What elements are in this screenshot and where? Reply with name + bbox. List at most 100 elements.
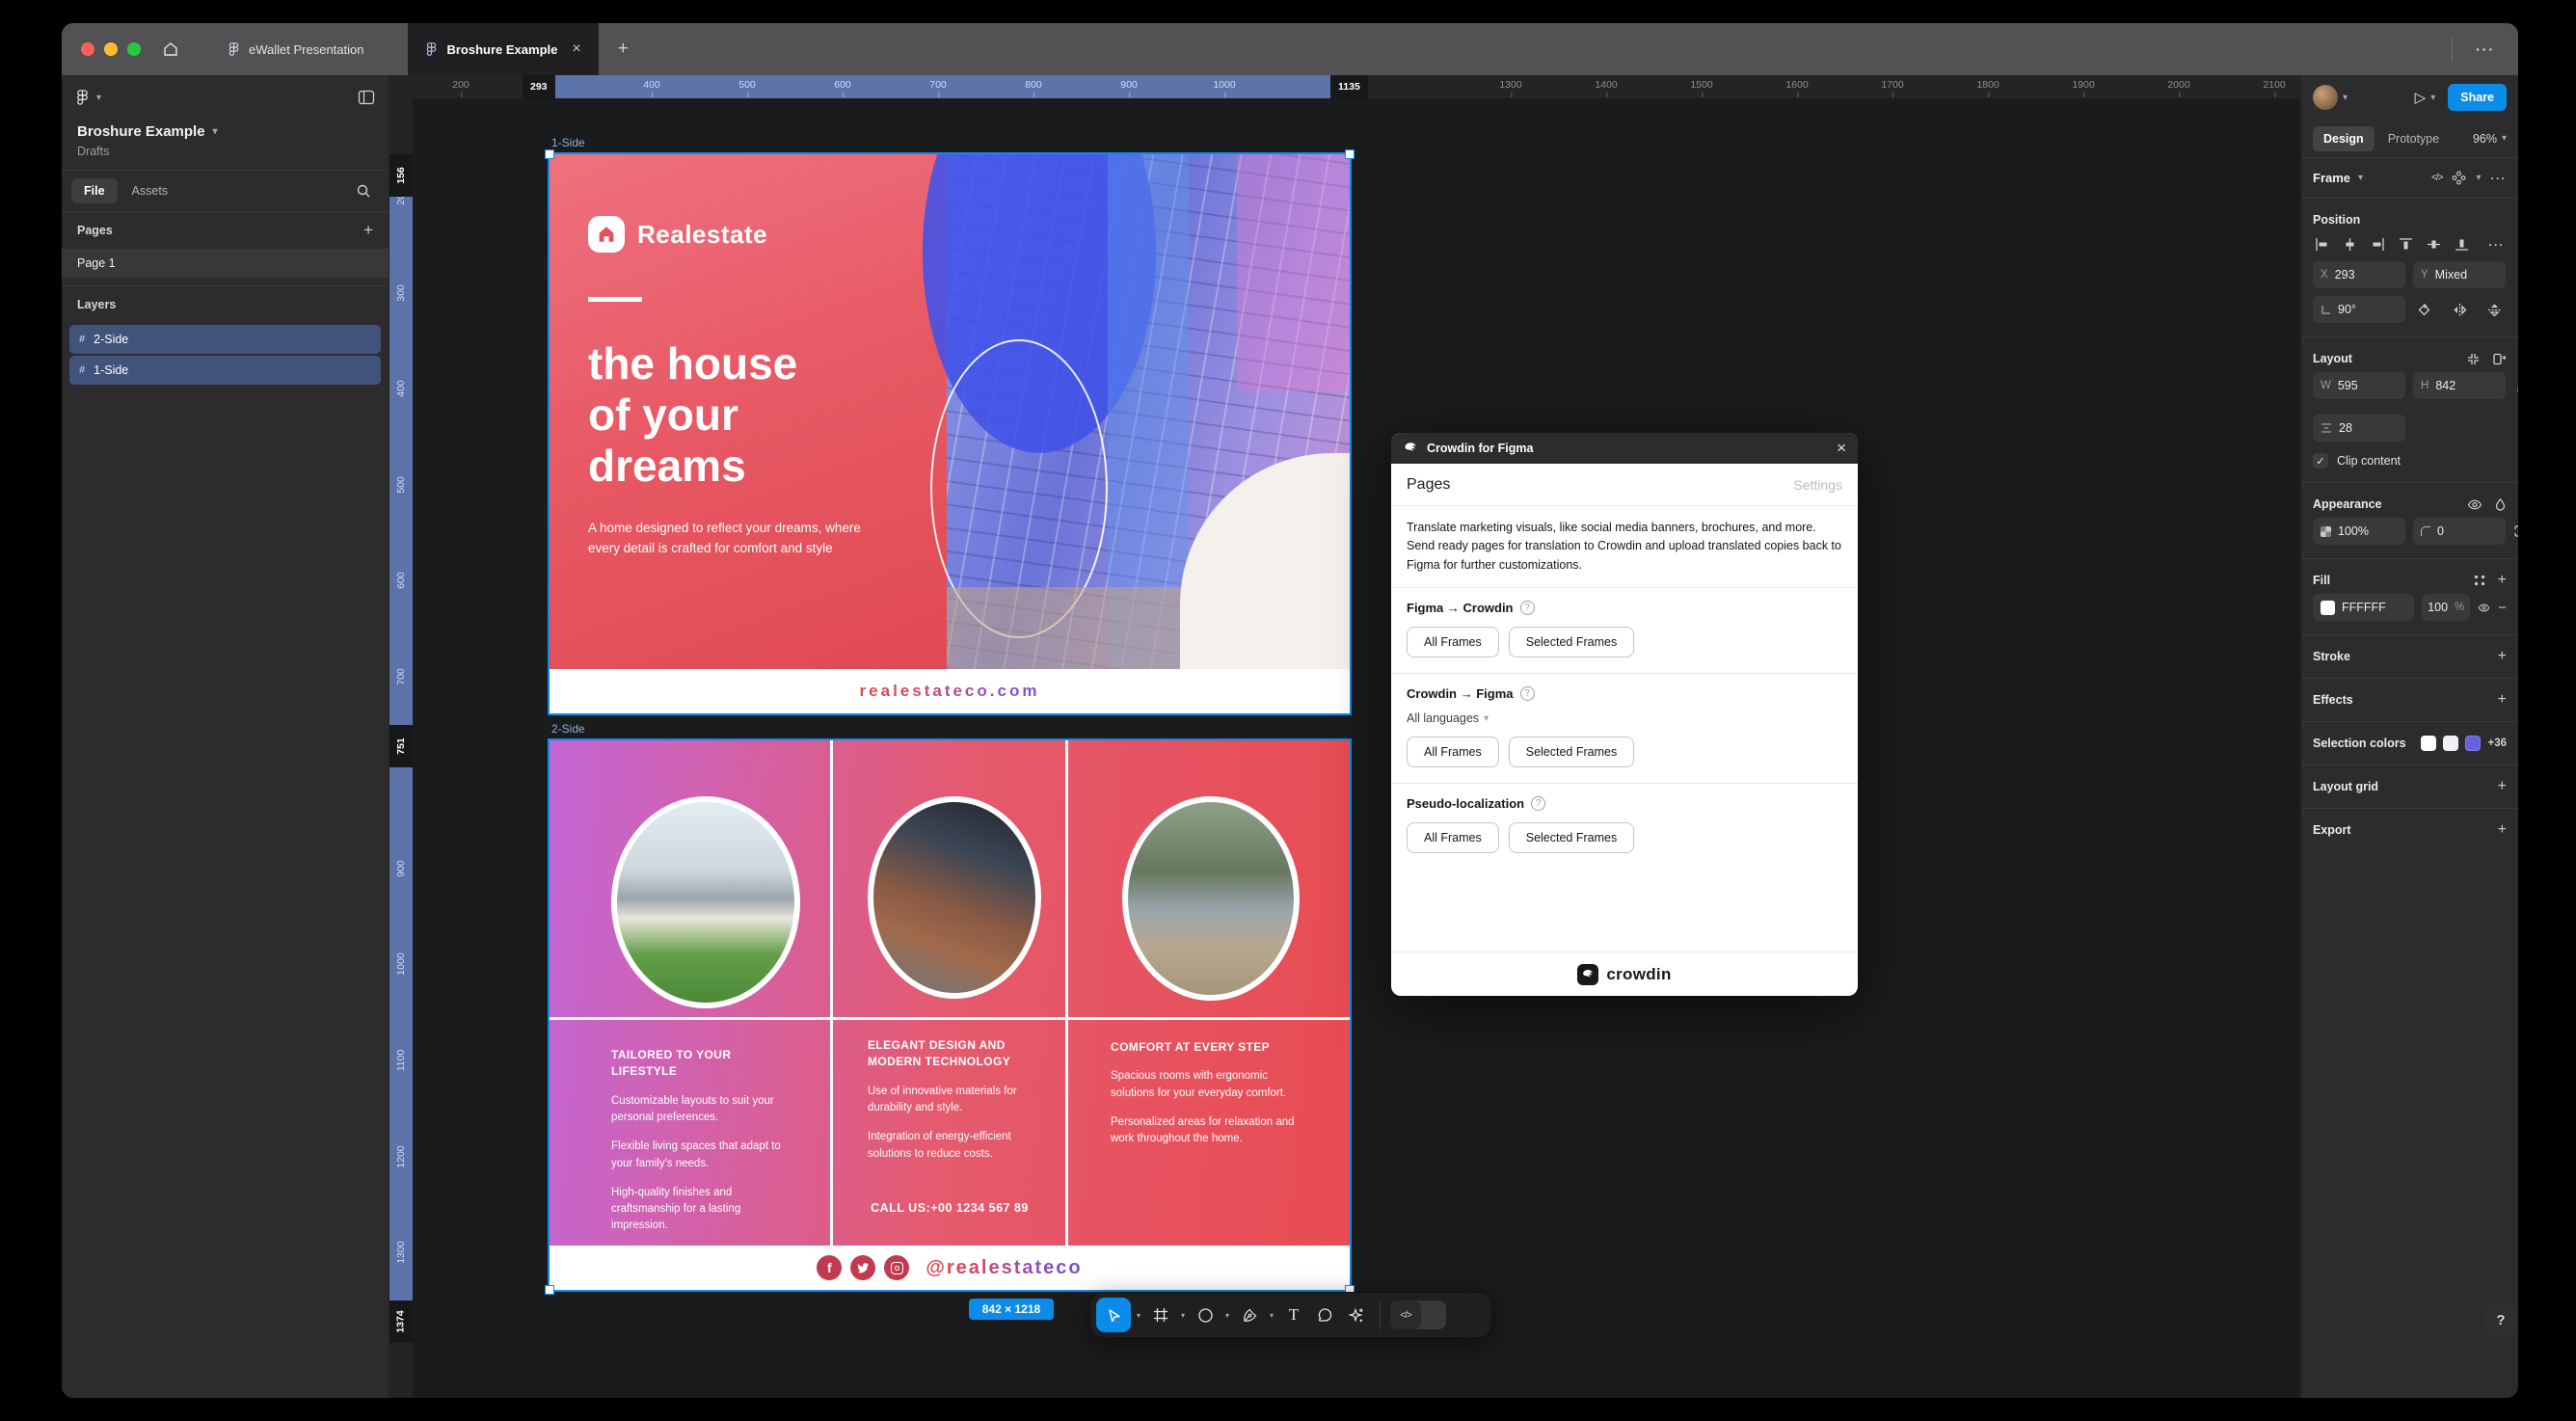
selection-handle[interactable]: [545, 1285, 554, 1295]
align-right-icon[interactable]: [2371, 237, 2385, 252]
styles-icon[interactable]: [2473, 574, 2486, 587]
selected-frames-button[interactable]: Selected Frames: [1508, 737, 1635, 768]
x-position-field[interactable]: X 293: [2313, 261, 2405, 288]
page-item-page-1[interactable]: Page 1: [62, 249, 389, 278]
opacity-field[interactable]: 100%: [2313, 518, 2405, 545]
frame-label-1-side[interactable]: 1-Side: [551, 136, 585, 149]
flip-vertical-icon[interactable]: [2487, 303, 2502, 317]
toggle-sidebar-icon[interactable]: [358, 90, 375, 105]
remove-fill-icon[interactable]: −: [2498, 600, 2507, 616]
close-tab-icon[interactable]: ×: [572, 40, 580, 58]
search-icon[interactable]: [356, 183, 371, 199]
zoom-window-button[interactable]: [127, 42, 141, 56]
selected-frames-button[interactable]: Selected Frames: [1508, 822, 1635, 854]
dialog-header[interactable]: Crowdin for Figma ×: [1391, 433, 1858, 464]
share-button[interactable]: Share: [2448, 84, 2507, 111]
pen-tool-button[interactable]: [1235, 1298, 1264, 1332]
chevron-down-icon[interactable]: ▾: [1177, 1311, 1189, 1320]
sidebar-tab-assets[interactable]: Assets: [120, 178, 181, 203]
fill-color-swatch[interactable]: [2321, 600, 2335, 615]
dialog-tab-pages[interactable]: Pages: [1407, 476, 1450, 494]
dialog-tab-settings[interactable]: Settings: [1793, 477, 1842, 493]
chevron-down-icon[interactable]: ▾: [1133, 1311, 1144, 1320]
rotate-icon[interactable]: [2417, 303, 2431, 317]
minimize-window-button[interactable]: [104, 42, 118, 56]
all-frames-button[interactable]: All Frames: [1407, 737, 1499, 768]
add-fill-icon[interactable]: +: [2498, 572, 2507, 589]
help-icon[interactable]: ?: [1519, 686, 1535, 702]
new-tab-button[interactable]: +: [618, 39, 629, 60]
comment-tool-button[interactable]: [1310, 1298, 1339, 1332]
chevron-down-icon[interactable]: ▾: [2430, 93, 2435, 103]
add-export-icon[interactable]: +: [2498, 821, 2507, 839]
fill-opacity-field[interactable]: 100 %: [2422, 594, 2471, 621]
shape-tool-button[interactable]: [1191, 1298, 1220, 1332]
add-layout-grid-icon[interactable]: +: [2498, 778, 2507, 795]
tab-broshure-example[interactable]: Broshure Example ×: [408, 23, 599, 75]
actions-tool-button[interactable]: [1341, 1298, 1370, 1332]
align-horizontal-center-icon[interactable]: [2343, 237, 2357, 252]
height-field[interactable]: H 842: [2413, 372, 2506, 399]
tab-ewallet-presentation[interactable]: eWallet Presentation: [210, 23, 381, 75]
add-stroke-icon[interactable]: +: [2498, 648, 2507, 665]
more-options-icon[interactable]: ···: [2491, 172, 2508, 185]
dev-mode-toggle[interactable]: </>: [1390, 1300, 1446, 1329]
more-align-options-icon[interactable]: ···: [2489, 238, 2506, 252]
independent-corners-icon[interactable]: [2513, 524, 2518, 538]
move-tool-button[interactable]: [1096, 1298, 1131, 1332]
gap-field[interactable]: 28: [2313, 415, 2405, 442]
resize-to-fit-icon[interactable]: [2466, 352, 2481, 366]
figma-menu-icon[interactable]: [75, 89, 90, 106]
corner-radius-field[interactable]: 0: [2413, 518, 2506, 545]
chevron-down-icon[interactable]: ▾: [1221, 1311, 1233, 1320]
text-tool-button[interactable]: T: [1279, 1298, 1308, 1332]
layer-item-2-side[interactable]: # 2-Side: [69, 325, 381, 354]
close-window-button[interactable]: [81, 42, 94, 56]
width-field[interactable]: W 595: [2313, 372, 2405, 399]
frame-1-side[interactable]: Realestate the house of your dreams A ho…: [548, 152, 1352, 715]
help-icon[interactable]: ?: [1531, 796, 1546, 812]
selection-handle[interactable]: [545, 149, 554, 159]
sidebar-tab-file[interactable]: File: [71, 178, 118, 203]
flip-horizontal-icon[interactable]: [2453, 303, 2467, 317]
component-icon[interactable]: [2452, 171, 2466, 185]
tab-design[interactable]: Design: [2313, 125, 2375, 151]
fill-color-field[interactable]: FFFFFF: [2313, 594, 2415, 621]
language-dropdown[interactable]: All languages ▾: [1407, 711, 1842, 725]
visibility-eye-icon[interactable]: [2467, 497, 2482, 512]
present-play-button[interactable]: ▷: [2415, 89, 2427, 106]
y-position-field[interactable]: Y Mixed: [2413, 261, 2506, 288]
frame-tool-button[interactable]: [1146, 1298, 1175, 1332]
titlebar-overflow-button[interactable]: ···: [2476, 41, 2495, 57]
chevron-down-icon[interactable]: ▾: [213, 126, 218, 137]
layer-item-1-side[interactable]: # 1-Side: [69, 356, 381, 385]
selection-colors-more[interactable]: +36: [2487, 737, 2507, 749]
selection-color-swatch[interactable]: [2421, 736, 2437, 751]
clip-content-checkbox[interactable]: ✓: [2313, 453, 2328, 469]
selection-handle[interactable]: [1345, 149, 1355, 159]
selection-type-label[interactable]: Frame: [2313, 171, 2350, 185]
align-left-icon[interactable]: [2315, 237, 2329, 252]
add-page-button[interactable]: +: [363, 221, 373, 240]
help-button[interactable]: ?: [2483, 1302, 2518, 1337]
auto-layout-icon[interactable]: [2492, 352, 2507, 366]
fill-visibility-eye-icon[interactable]: [2478, 601, 2490, 615]
add-effect-icon[interactable]: +: [2498, 691, 2507, 709]
chevron-down-icon[interactable]: ▾: [2343, 93, 2348, 103]
tab-prototype[interactable]: Prototype: [2378, 126, 2450, 151]
help-icon[interactable]: ?: [1519, 601, 1535, 616]
frame-2-side[interactable]: TAILORED TO YOUR LIFESTYLE Customizable …: [548, 738, 1352, 1292]
align-top-icon[interactable]: [2399, 237, 2413, 252]
selection-color-swatch[interactable]: [2443, 736, 2459, 751]
chevron-down-icon[interactable]: ▾: [2476, 173, 2481, 183]
close-icon[interactable]: ×: [1837, 439, 1846, 458]
blend-droplet-icon[interactable]: [2494, 497, 2507, 512]
chevron-down-icon[interactable]: ▾: [1266, 1311, 1277, 1320]
file-title[interactable]: Broshure Example: [77, 123, 205, 140]
selection-color-swatch[interactable]: [2465, 736, 2482, 751]
all-frames-button[interactable]: All Frames: [1407, 627, 1499, 658]
rotation-field[interactable]: 90°: [2313, 296, 2405, 323]
frame-label-2-side[interactable]: 2-Side: [551, 722, 585, 736]
avatar[interactable]: [2313, 85, 2338, 110]
chevron-down-icon[interactable]: ▾: [96, 93, 101, 103]
